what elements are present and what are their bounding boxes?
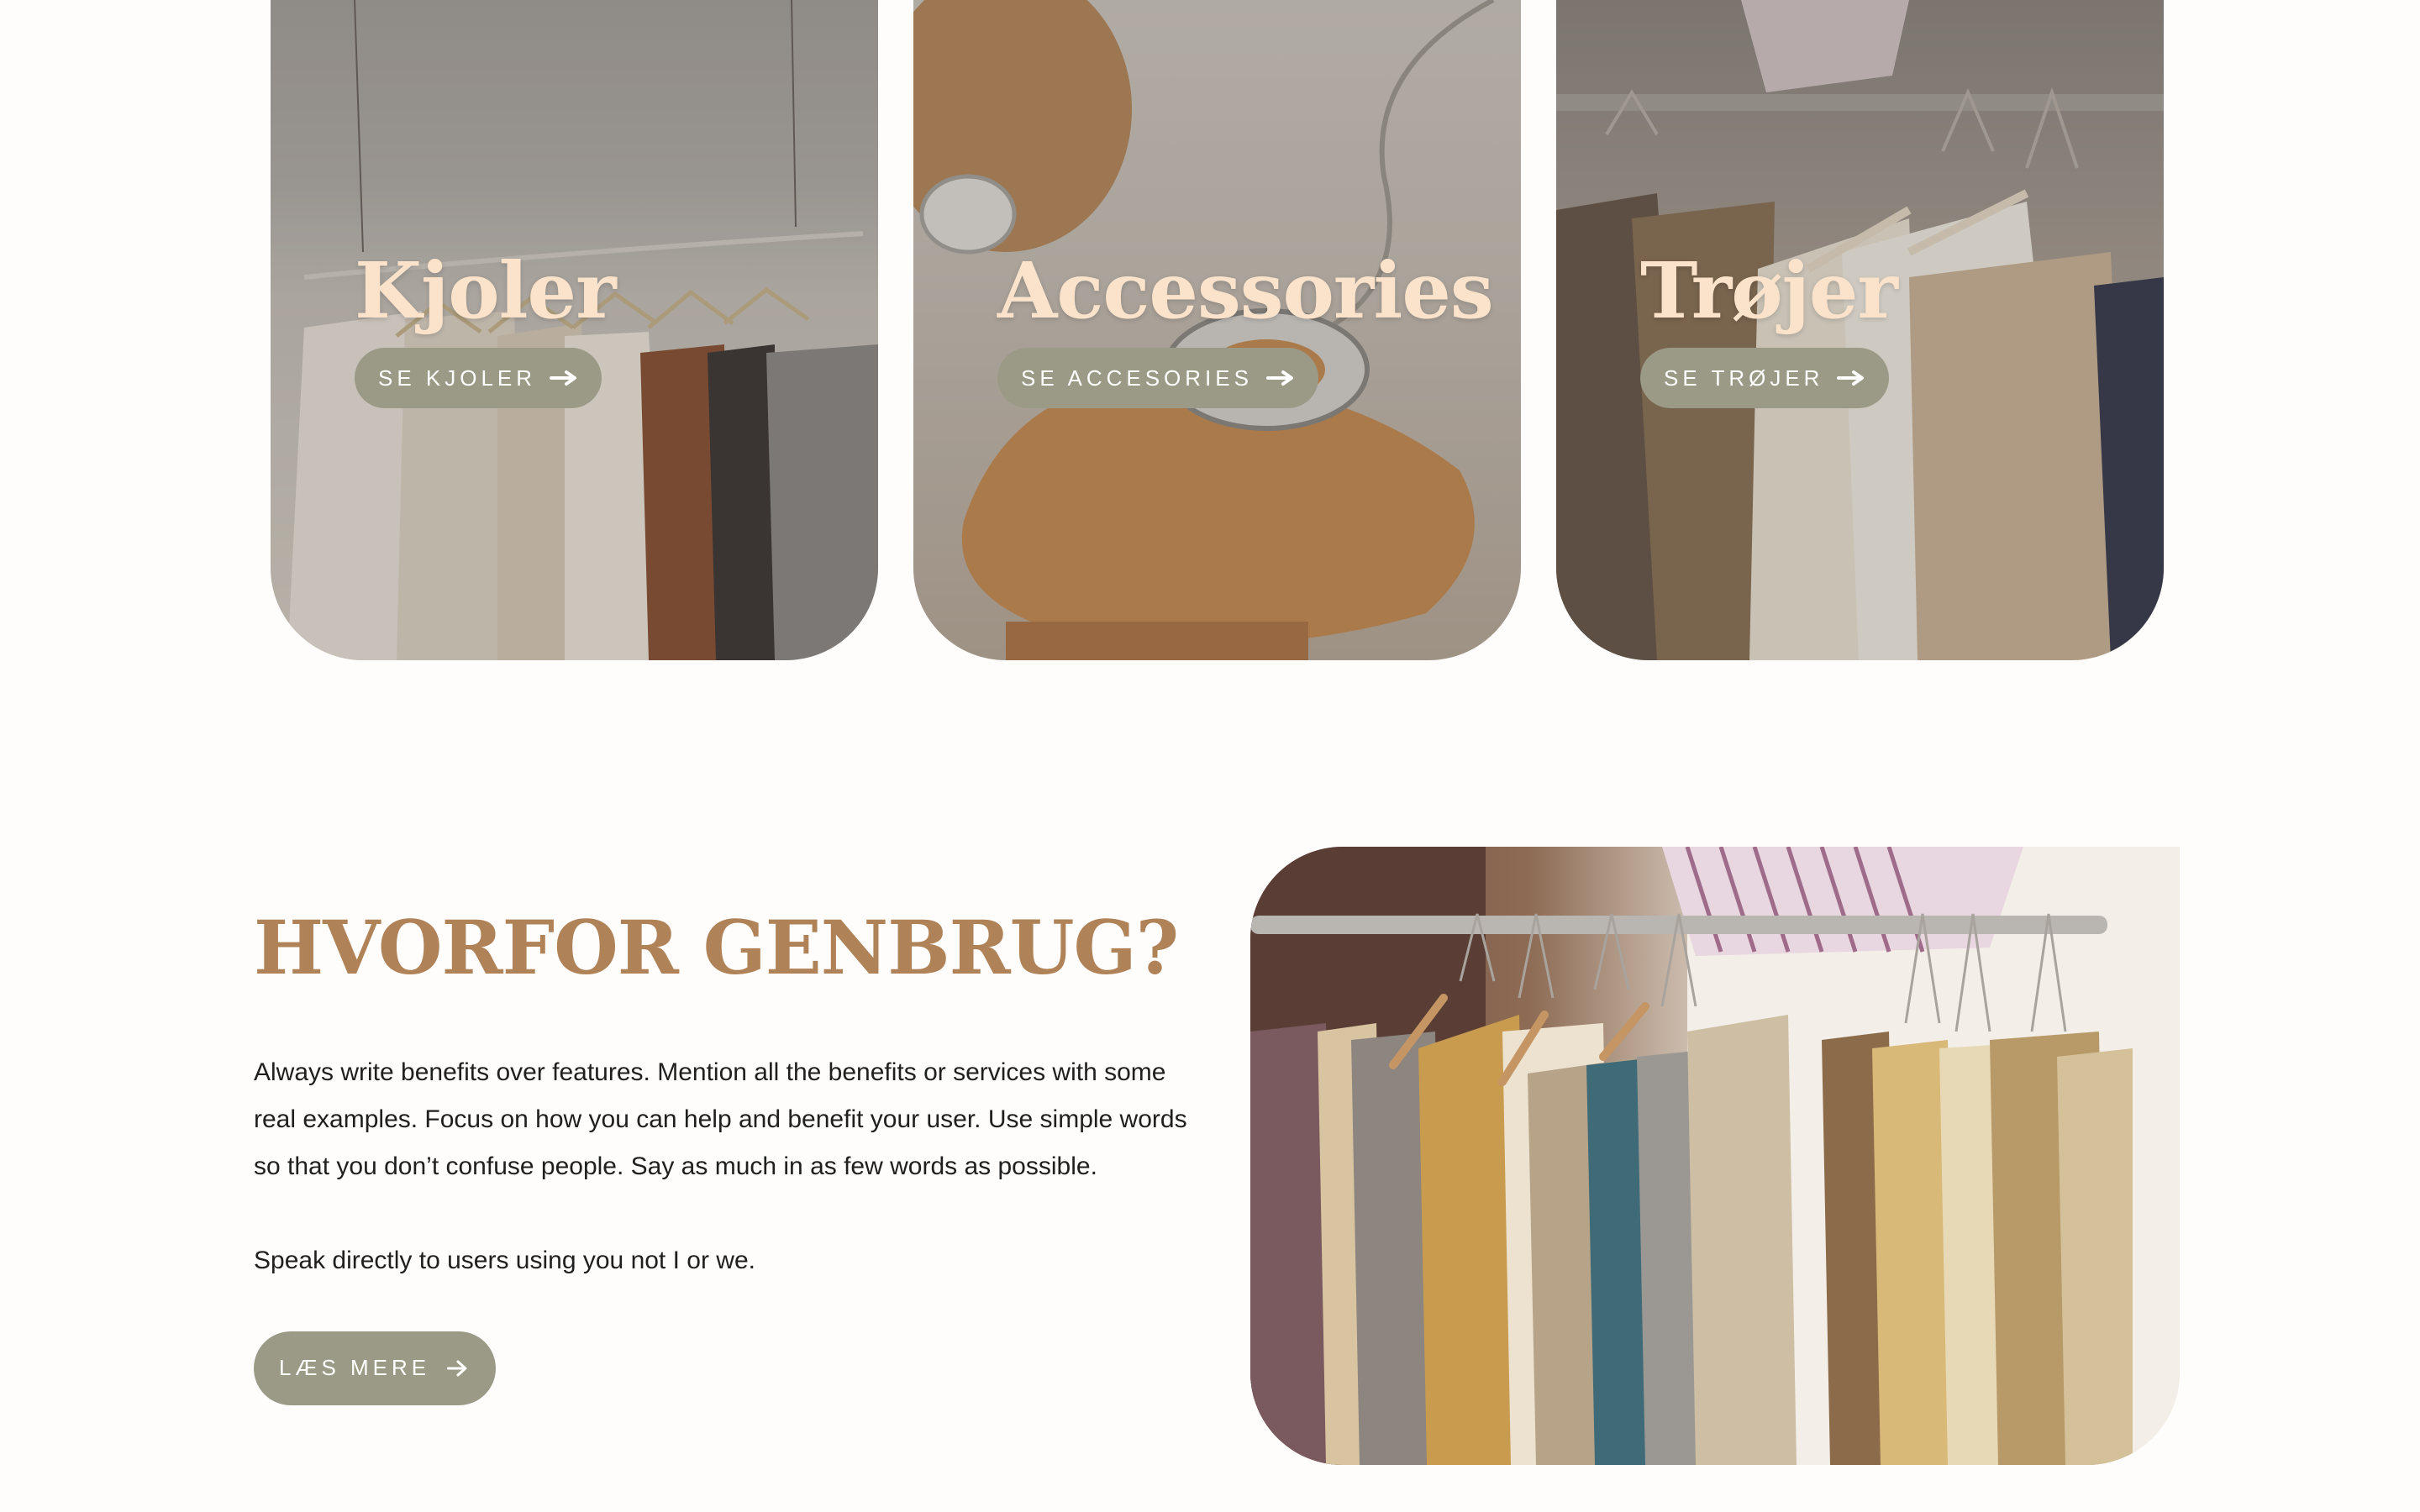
category-cards: Kjoler SE KJOLER Accessories SE ACCESORI… xyxy=(271,0,2164,660)
clothing-rack-photo xyxy=(1250,847,2180,1465)
category-card-kjoler[interactable]: Kjoler SE KJOLER xyxy=(271,0,878,660)
se-trojer-button[interactable]: SE TRØJER xyxy=(1640,348,1890,408)
card-title: Trøjer xyxy=(1640,245,1898,336)
card-title: Kjoler xyxy=(355,245,617,336)
why-paragraph: Speak directly to users using you not I … xyxy=(254,1246,755,1274)
arrow-right-icon xyxy=(447,1360,467,1377)
why-paragraph: Always write benefits over features. Men… xyxy=(254,1058,1187,1180)
button-label: SE KJOLER xyxy=(378,365,537,391)
category-card-trojer[interactable]: Trøjer SE TRØJER xyxy=(1556,0,2164,660)
why-section: HVORFOR GENBRUG? Always write benefits o… xyxy=(254,907,1203,1405)
why-body: Always write benefits over features. Men… xyxy=(254,1049,1203,1284)
arrow-right-icon xyxy=(550,370,577,386)
arrow-right-icon xyxy=(1837,370,1865,386)
card-content: Kjoler SE KJOLER xyxy=(355,245,617,408)
laes-mere-button[interactable]: LÆS MERE xyxy=(254,1331,497,1405)
card-title: Accessories xyxy=(997,245,1494,336)
se-kjoler-button[interactable]: SE KJOLER xyxy=(355,348,602,408)
arrow-right-icon xyxy=(1265,370,1293,386)
category-card-accessories[interactable]: Accessories SE ACCESORIES xyxy=(913,0,1521,660)
why-heading: HVORFOR GENBRUG? xyxy=(254,904,1179,991)
card-content: Trøjer SE TRØJER xyxy=(1640,245,1898,408)
card-content: Accessories SE ACCESORIES xyxy=(997,245,1494,408)
button-label: SE ACCESORIES xyxy=(1021,365,1253,391)
button-label: SE TRØJER xyxy=(1664,365,1824,391)
se-accessories-button[interactable]: SE ACCESORIES xyxy=(997,348,1318,408)
button-label: LÆS MERE xyxy=(279,1355,431,1381)
